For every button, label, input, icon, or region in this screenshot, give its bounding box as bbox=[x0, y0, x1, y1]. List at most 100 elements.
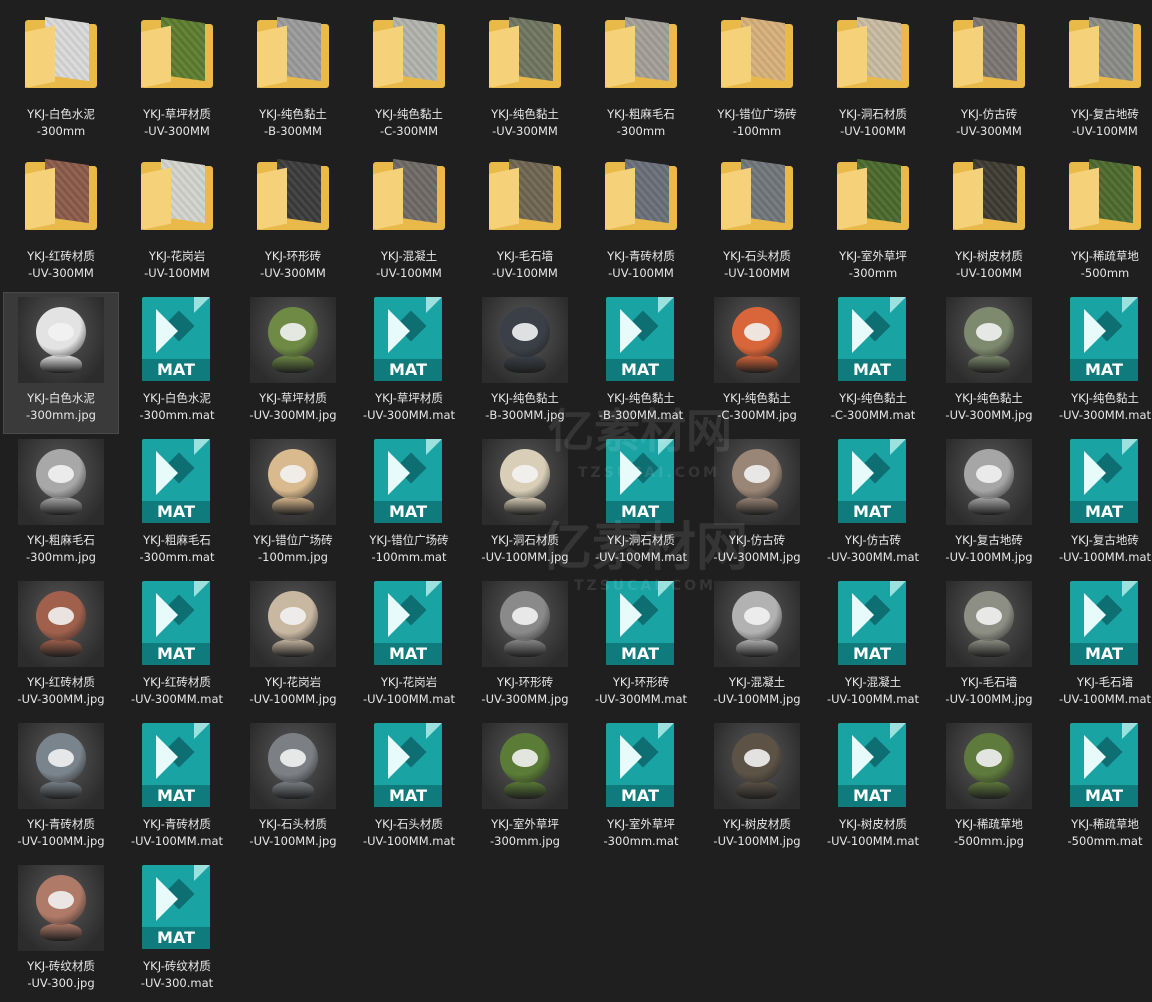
mat-file-item[interactable]: MAT YKJ-错位广场砖 -100mm.mat bbox=[351, 434, 467, 576]
mat-file-item[interactable]: MAT YKJ-砖纹材质 -UV-300.mat bbox=[119, 860, 235, 1002]
jpg-file-item[interactable]: YKJ-混凝土 -UV-100MM.jpg bbox=[699, 576, 815, 718]
folder-item[interactable]: YKJ-复古地砖 -UV-100MM bbox=[1047, 8, 1152, 150]
jpg-file-item[interactable]: YKJ-环形砖 -UV-300MM.jpg bbox=[467, 576, 583, 718]
mat-file-item[interactable]: MAT YKJ-复古地砖 -UV-100MM.mat bbox=[1047, 434, 1152, 576]
file-label: YKJ-环形砖 -UV-300MM.mat bbox=[594, 675, 688, 706]
folder-item[interactable]: YKJ-石头材质 -UV-100MM bbox=[699, 150, 815, 292]
folder-item[interactable]: YKJ-混凝土 -UV-100MM bbox=[351, 150, 467, 292]
folder-item[interactable]: YKJ-草坪材质 -UV-300MM bbox=[119, 8, 235, 150]
jpg-file-item[interactable]: YKJ-仿古砖 -UV-300MM.jpg bbox=[699, 434, 815, 576]
mat-file-item[interactable]: MAT YKJ-青砖材质 -UV-100MM.mat bbox=[119, 718, 235, 860]
folder-item[interactable]: YKJ-青砖材质 -UV-100MM bbox=[583, 150, 699, 292]
folder-item[interactable]: YKJ-纯色黏土 -C-300MM bbox=[351, 8, 467, 150]
jpg-file-item[interactable]: YKJ-粗麻毛石 -300mm.jpg bbox=[3, 434, 119, 576]
folder-item[interactable]: YKJ-纯色黏土 -B-300MM bbox=[235, 8, 351, 150]
mat-file-item[interactable]: MAT YKJ-花岗岩 -UV-100MM.mat bbox=[351, 576, 467, 718]
folder-item[interactable]: YKJ-粗麻毛石 -300mm bbox=[583, 8, 699, 150]
folder-item[interactable]: YKJ-树皮材质 -UV-100MM bbox=[931, 150, 1047, 292]
folder-icon bbox=[709, 12, 805, 100]
max-logo-icon bbox=[852, 735, 874, 779]
mat-file-icon: MAT bbox=[1057, 722, 1152, 810]
jpg-file-item[interactable]: YKJ-错位广场砖 -100mm.jpg bbox=[235, 434, 351, 576]
folder-front bbox=[1069, 25, 1099, 88]
page-fold bbox=[426, 581, 442, 597]
mat-file-item[interactable]: MAT YKJ-毛石墙 -UV-100MM.mat bbox=[1047, 576, 1152, 718]
folder-item[interactable]: YKJ-室外草坪 -300mm bbox=[815, 150, 931, 292]
mat-badge: MAT bbox=[142, 359, 210, 381]
page-fold bbox=[890, 439, 906, 455]
folder-item[interactable]: YKJ-洞石材质 -UV-100MM bbox=[815, 8, 931, 150]
mat-file-item[interactable]: MAT YKJ-纯色黏土 -B-300MM.mat bbox=[583, 292, 699, 434]
max-logo-icon bbox=[1084, 451, 1106, 495]
folder-icon bbox=[593, 12, 689, 100]
jpg-file-item[interactable]: YKJ-复古地砖 -UV-100MM.jpg bbox=[931, 434, 1047, 576]
jpg-file-item[interactable]: YKJ-石头材质 -UV-100MM.jpg bbox=[235, 718, 351, 860]
jpg-file-item[interactable]: YKJ-洞石材质 -UV-100MM.jpg bbox=[467, 434, 583, 576]
mat-file-item[interactable]: MAT YKJ-纯色黏土 -UV-300MM.mat bbox=[1047, 292, 1152, 434]
folder-icon bbox=[245, 12, 341, 100]
jpg-file-item[interactable]: YKJ-纯色黏土 -C-300MM.jpg bbox=[699, 292, 815, 434]
mat-file-icon: MAT bbox=[593, 722, 689, 810]
mat-file-item[interactable]: MAT YKJ-混凝土 -UV-100MM.mat bbox=[815, 576, 931, 718]
page-fold bbox=[194, 723, 210, 739]
mat-file-item[interactable]: MAT YKJ-树皮材质 -UV-100MM.mat bbox=[815, 718, 931, 860]
jpg-file-item[interactable]: YKJ-纯色黏土 -UV-300MM.jpg bbox=[931, 292, 1047, 434]
material-preview-thumbnail bbox=[245, 438, 341, 526]
mat-badge: MAT bbox=[374, 643, 442, 665]
material-sphere-render bbox=[18, 723, 104, 809]
material-preview-thumbnail bbox=[477, 580, 573, 668]
folder-item[interactable]: YKJ-仿古砖 -UV-300MM bbox=[931, 8, 1047, 150]
jpg-file-item[interactable]: YKJ-砖纹材质 -UV-300.jpg bbox=[3, 860, 119, 1002]
jpg-file-item[interactable]: YKJ-红砖材质 -UV-300MM.jpg bbox=[3, 576, 119, 718]
max-mat-icon: MAT bbox=[1064, 297, 1146, 383]
folder-item[interactable]: YKJ-纯色黏土 -UV-300MM bbox=[467, 8, 583, 150]
folder-item[interactable]: YKJ-稀疏草地 -500mm bbox=[1047, 150, 1152, 292]
mat-file-icon: MAT bbox=[593, 580, 689, 668]
folder-front bbox=[257, 25, 287, 88]
material-stand bbox=[504, 355, 546, 373]
mat-file-item[interactable]: MAT YKJ-石头材质 -UV-100MM.mat bbox=[351, 718, 467, 860]
folder-front bbox=[25, 25, 55, 88]
mat-file-item[interactable]: MAT YKJ-粗麻毛石 -300mm.mat bbox=[119, 434, 235, 576]
jpg-file-item[interactable]: YKJ-白色水泥 -300mm.jpg bbox=[3, 292, 119, 434]
material-stand bbox=[504, 497, 546, 515]
folder-item[interactable]: YKJ-环形砖 -UV-300MM bbox=[235, 150, 351, 292]
jpg-file-item[interactable]: YKJ-毛石墙 -UV-100MM.jpg bbox=[931, 576, 1047, 718]
folder-item[interactable]: YKJ-花岗岩 -UV-100MM bbox=[119, 150, 235, 292]
jpg-file-item[interactable]: YKJ-青砖材质 -UV-100MM.jpg bbox=[3, 718, 119, 860]
mat-file-icon: MAT bbox=[361, 580, 457, 668]
max-logo-icon bbox=[620, 593, 642, 637]
jpg-file-item[interactable]: YKJ-稀疏草地 -500mm.jpg bbox=[931, 718, 1047, 860]
folder-front bbox=[373, 167, 403, 230]
mat-file-item[interactable]: MAT YKJ-仿古砖 -UV-300MM.mat bbox=[815, 434, 931, 576]
file-label: YKJ-错位广场砖 -100mm.mat bbox=[369, 533, 449, 564]
mat-file-item[interactable]: MAT YKJ-红砖材质 -UV-300MM.mat bbox=[119, 576, 235, 718]
folder-item[interactable]: YKJ-毛石墙 -UV-100MM bbox=[467, 150, 583, 292]
mat-file-item[interactable]: MAT YKJ-草坪材质 -UV-300MM.mat bbox=[351, 292, 467, 434]
mat-file-icon: MAT bbox=[593, 438, 689, 526]
file-label: YKJ-草坪材质 -UV-300MM.jpg bbox=[249, 391, 337, 422]
folder-item[interactable]: YKJ-错位广场砖 -100mm bbox=[699, 8, 815, 150]
max-logo-icon bbox=[852, 309, 874, 353]
mat-badge: MAT bbox=[838, 643, 906, 665]
jpg-file-item[interactable]: YKJ-室外草坪 -300mm.jpg bbox=[467, 718, 583, 860]
mat-file-item[interactable]: MAT YKJ-洞石材质 -UV-100MM.mat bbox=[583, 434, 699, 576]
mat-badge: MAT bbox=[374, 785, 442, 807]
file-label: YKJ-纯色黏土 -C-300MM.jpg bbox=[717, 391, 797, 422]
folder-front bbox=[605, 167, 635, 230]
mat-file-item[interactable]: MAT YKJ-纯色黏土 -C-300MM.mat bbox=[815, 292, 931, 434]
file-label: YKJ-稀疏草地 -500mm.jpg bbox=[954, 817, 1024, 848]
jpg-file-item[interactable]: YKJ-纯色黏土 -B-300MM.jpg bbox=[467, 292, 583, 434]
folder-icon bbox=[825, 154, 921, 242]
max-mat-icon: MAT bbox=[600, 439, 682, 525]
mat-file-item[interactable]: MAT YKJ-稀疏草地 -500mm.mat bbox=[1047, 718, 1152, 860]
file-label: YKJ-青砖材质 -UV-100MM.jpg bbox=[17, 817, 105, 848]
mat-file-item[interactable]: MAT YKJ-室外草坪 -300mm.mat bbox=[583, 718, 699, 860]
jpg-file-item[interactable]: YKJ-树皮材质 -UV-100MM.jpg bbox=[699, 718, 815, 860]
jpg-file-item[interactable]: YKJ-花岗岩 -UV-100MM.jpg bbox=[235, 576, 351, 718]
jpg-file-item[interactable]: YKJ-草坪材质 -UV-300MM.jpg bbox=[235, 292, 351, 434]
mat-file-item[interactable]: MAT YKJ-环形砖 -UV-300MM.mat bbox=[583, 576, 699, 718]
folder-item[interactable]: YKJ-白色水泥 -300mm bbox=[3, 8, 119, 150]
mat-file-item[interactable]: MAT YKJ-白色水泥 -300mm.mat bbox=[119, 292, 235, 434]
folder-item[interactable]: YKJ-红砖材质 -UV-300MM bbox=[3, 150, 119, 292]
